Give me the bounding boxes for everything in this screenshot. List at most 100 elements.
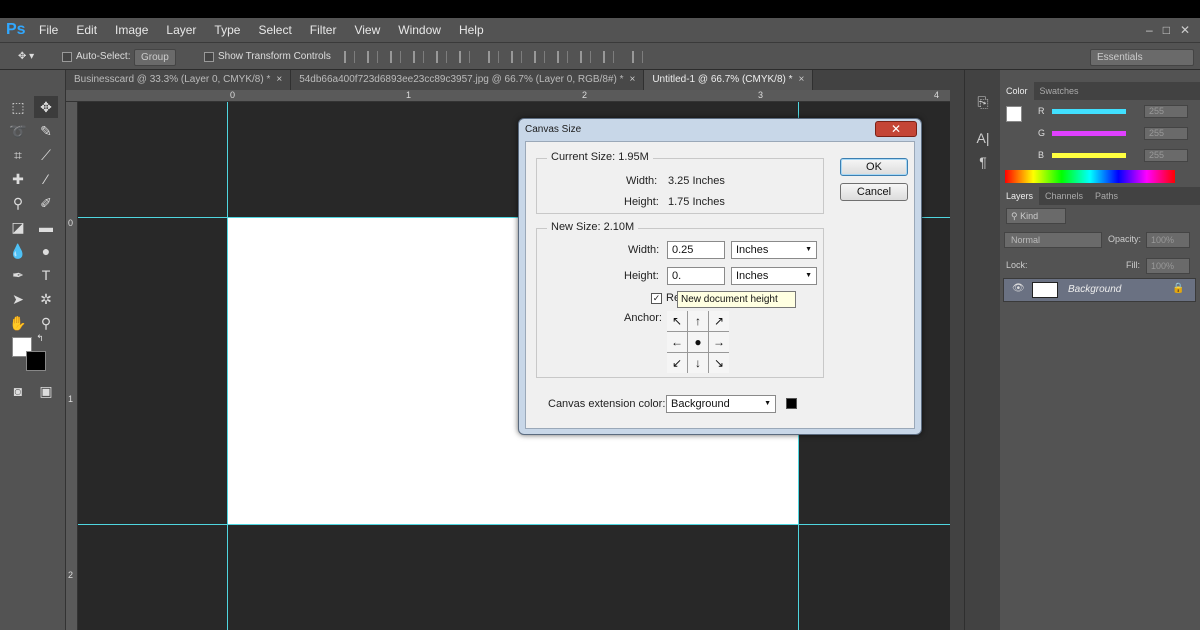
restore-icon[interactable]: □ [1163, 23, 1170, 37]
current-size-label: Current Size: 1.95M [547, 151, 653, 163]
tab-layers[interactable]: Layers [1000, 187, 1040, 205]
anchor-top[interactable]: ↑ [688, 311, 708, 331]
tab-untitled-1[interactable]: Untitled-1 @ 66.7% (CMYK/8) * × [644, 70, 814, 90]
anchor-top-left[interactable]: ↖ [667, 311, 687, 331]
ruler-mark: 1 [406, 90, 412, 100]
type-tool-icon[interactable]: T [34, 264, 58, 286]
quick-select-tool-icon[interactable]: ✎ [34, 120, 58, 142]
auto-select-checkbox[interactable] [62, 52, 72, 62]
auto-select-dropdown[interactable]: Group [134, 48, 176, 66]
auto-select-label: Auto-Select: [76, 51, 131, 62]
gradient-tool-icon[interactable]: ▬ [34, 216, 58, 238]
menu-image[interactable]: Image [106, 18, 157, 42]
green-slider[interactable]: G 255 [1038, 126, 1198, 140]
green-value[interactable]: 255 [1144, 126, 1188, 140]
transform-controls-checkbox[interactable] [204, 52, 214, 62]
ok-button[interactable]: OK [840, 158, 908, 176]
workspace-dropdown[interactable]: Essentials [1090, 48, 1194, 66]
close-icon[interactable]: × [629, 74, 635, 85]
color-fg-swatch[interactable] [1006, 106, 1022, 122]
width-input[interactable]: 0.25 [667, 241, 725, 259]
eye-icon[interactable]: 👁 [1012, 283, 1025, 294]
extension-color-label: Canvas extension color: [548, 398, 666, 410]
blend-mode-dropdown[interactable]: Normal [1004, 232, 1102, 248]
ruler-mark: 2 [582, 90, 588, 100]
red-slider[interactable]: R 255 [1038, 104, 1198, 118]
menu-view[interactable]: View [345, 18, 389, 42]
menu-window[interactable]: Window [389, 18, 450, 42]
menu-filter[interactable]: Filter [301, 18, 346, 42]
color-spectrum[interactable] [1005, 170, 1175, 183]
tab-jpg[interactable]: 54db66a400f723d6893ee23cc89c3957.jpg @ 6… [291, 70, 645, 90]
anchor-left[interactable]: ← [667, 332, 687, 352]
close-icon[interactable]: × [799, 74, 805, 85]
menu-layer[interactable]: Layer [157, 18, 205, 42]
canvas-size-dialog: Canvas Size ✕ Current Size: 1.95M Width:… [518, 118, 922, 435]
anchor-bottom-left[interactable]: ↙ [667, 353, 687, 373]
move-tool-preset-icon[interactable]: ✥ ▾ [18, 43, 34, 71]
menu-select[interactable]: Select [249, 18, 300, 42]
tab-paths[interactable]: Paths [1089, 187, 1124, 205]
blue-value[interactable]: 255 [1144, 148, 1188, 162]
red-value[interactable]: 255 [1144, 104, 1188, 118]
dodge-tool-icon[interactable]: ● [34, 240, 58, 262]
anchor-right[interactable]: → [709, 332, 729, 352]
blue-slider[interactable]: B 255 [1038, 148, 1198, 162]
tab-channels[interactable]: Channels [1039, 187, 1089, 205]
history-panel-icon[interactable]: ⎘ [975, 94, 991, 112]
move-tool-icon[interactable]: ✥ [34, 96, 58, 118]
menu-help[interactable]: Help [450, 18, 493, 42]
quick-mask-icon[interactable]: ◙ [6, 380, 30, 402]
height-input[interactable]: 0. [667, 267, 725, 285]
character-panel-icon[interactable]: A| [975, 130, 991, 148]
close-icon[interactable]: ✕ [1180, 23, 1190, 37]
menu-file[interactable]: File [30, 18, 67, 42]
opacity-input[interactable]: 100% [1146, 232, 1190, 248]
width-unit-select[interactable]: Inches ▼ [731, 241, 817, 259]
menu-edit[interactable]: Edit [67, 18, 106, 42]
shape-tool-icon[interactable]: ✲ [34, 288, 58, 310]
extension-color-select[interactable]: Background ▼ [666, 395, 776, 413]
paragraph-panel-icon[interactable]: ¶ [975, 154, 991, 172]
swap-colors-icon[interactable]: ↰ [34, 332, 46, 344]
lasso-tool-icon[interactable]: ➰ [6, 120, 30, 142]
relative-checkbox[interactable]: ✓ [651, 293, 662, 304]
blur-tool-icon[interactable]: 💧 [6, 240, 30, 262]
anchor-center[interactable]: ● [688, 332, 708, 352]
menu-type[interactable]: Type [205, 18, 249, 42]
eyedropper-tool-icon[interactable]: ⟋ [34, 144, 58, 166]
background-color-swatch[interactable] [26, 351, 46, 371]
vertical-scrollbar[interactable] [950, 90, 964, 630]
extension-color-swatch[interactable] [786, 398, 797, 409]
marquee-tool-icon[interactable]: ⬚ [6, 96, 30, 118]
brush-tool-icon[interactable]: ⁄ [34, 168, 58, 190]
screen-mode-icon[interactable]: ▣ [34, 380, 58, 402]
height-unit-select[interactable]: Inches ▼ [731, 267, 817, 285]
fill-input[interactable]: 100% [1146, 258, 1190, 274]
history-brush-tool-icon[interactable]: ✐ [34, 192, 58, 214]
tab-swatches[interactable]: Swatches [1034, 82, 1085, 100]
healing-tool-icon[interactable]: ✚ [6, 168, 30, 190]
layer-row[interactable]: 👁 Background 🔒 [1003, 278, 1196, 302]
minimize-icon[interactable]: – [1146, 23, 1153, 37]
crop-tool-icon[interactable]: ⌗ [6, 144, 30, 166]
tab-businesscard[interactable]: Businesscard @ 33.3% (Layer 0, CMYK/8) *… [66, 70, 292, 90]
zoom-tool-icon[interactable]: ⚲ [34, 312, 58, 334]
cancel-button[interactable]: Cancel [840, 183, 908, 201]
align-buttons[interactable] [344, 43, 651, 71]
anchor-bottom[interactable]: ↓ [688, 353, 708, 373]
anchor-top-right[interactable]: ↗ [709, 311, 729, 331]
hand-tool-icon[interactable]: ✋ [6, 312, 30, 334]
clone-stamp-tool-icon[interactable]: ⚲ [6, 192, 30, 214]
layer-filter-kind[interactable]: ⚲ Kind [1006, 208, 1066, 224]
tab-label: Businesscard @ 33.3% (Layer 0, CMYK/8) * [74, 74, 271, 85]
guide-line[interactable] [78, 524, 950, 525]
pen-tool-icon[interactable]: ✒ [6, 264, 30, 286]
guide-line[interactable] [227, 102, 228, 630]
anchor-bottom-right[interactable]: ↘ [709, 353, 729, 373]
close-icon[interactable]: × [276, 74, 282, 85]
path-select-tool-icon[interactable]: ➤ [6, 288, 30, 310]
tab-color[interactable]: Color [1000, 82, 1034, 100]
eraser-tool-icon[interactable]: ◪ [6, 216, 30, 238]
close-icon[interactable]: ✕ [875, 121, 917, 137]
